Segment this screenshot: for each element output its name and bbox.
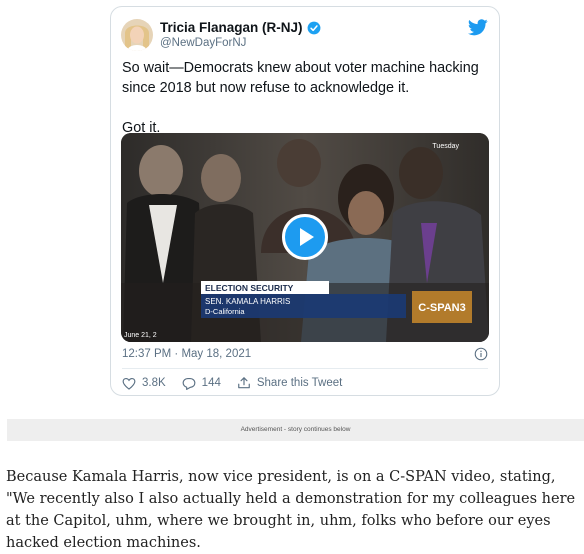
lower-third-party: D-California bbox=[205, 307, 245, 316]
verified-badge-icon bbox=[307, 21, 320, 34]
info-icon[interactable] bbox=[474, 347, 488, 361]
like-button[interactable]: 3.8K bbox=[122, 377, 166, 390]
tweet-author[interactable]: Tricia Flanagan (R-NJ) bbox=[160, 20, 321, 35]
channel-logo: C-SPAN3 bbox=[418, 302, 465, 314]
reply-icon bbox=[182, 377, 196, 390]
article-paragraph: Because Kamala Harris, now vice presiden… bbox=[6, 469, 576, 551]
video-date-stamp: June 21, 2 bbox=[124, 332, 157, 339]
tweet-video[interactable]: ELECTION SECURITY SEN. KAMALA HARRIS D-C… bbox=[121, 133, 489, 342]
advertisement-label: Advertisement - story continues below bbox=[240, 426, 351, 433]
play-icon bbox=[300, 228, 314, 246]
author-name: Tricia Flanagan (R-NJ) bbox=[160, 20, 303, 35]
divider bbox=[122, 368, 488, 369]
reply-button[interactable]: 144 bbox=[182, 377, 221, 390]
author-handle[interactable]: @NewDayForNJ bbox=[160, 37, 246, 49]
share-label: Share this Tweet bbox=[256, 377, 343, 389]
tweet-text-line: So wait—Democrats knew about voter machi… bbox=[122, 60, 479, 96]
share-icon bbox=[238, 377, 250, 389]
lower-third-heading: ELECTION SECURITY bbox=[205, 283, 294, 293]
heart-icon bbox=[122, 377, 136, 390]
tweet-text: So wait—Democrats knew about voter machi… bbox=[122, 58, 492, 138]
lower-third-name: SEN. KAMALA HARRIS bbox=[205, 297, 290, 306]
share-button[interactable]: Share this Tweet bbox=[237, 376, 342, 390]
tweet-actions: 3.8K 144 Share this Tweet bbox=[122, 376, 358, 390]
embedded-tweet-card: Tricia Flanagan (R-NJ) @NewDayForNJ So w… bbox=[110, 6, 500, 396]
reply-count: 144 bbox=[201, 377, 221, 389]
like-count: 3.8K bbox=[142, 377, 166, 389]
twitter-bird-icon[interactable] bbox=[468, 19, 488, 36]
avatar[interactable] bbox=[121, 19, 153, 51]
video-corner-label: Tuesday bbox=[432, 143, 459, 150]
tweet-timestamp[interactable]: 12:37 PM · May 18, 2021 bbox=[122, 348, 251, 360]
advertisement-bar: Advertisement - story continues below bbox=[7, 419, 584, 441]
play-button[interactable] bbox=[282, 214, 328, 260]
